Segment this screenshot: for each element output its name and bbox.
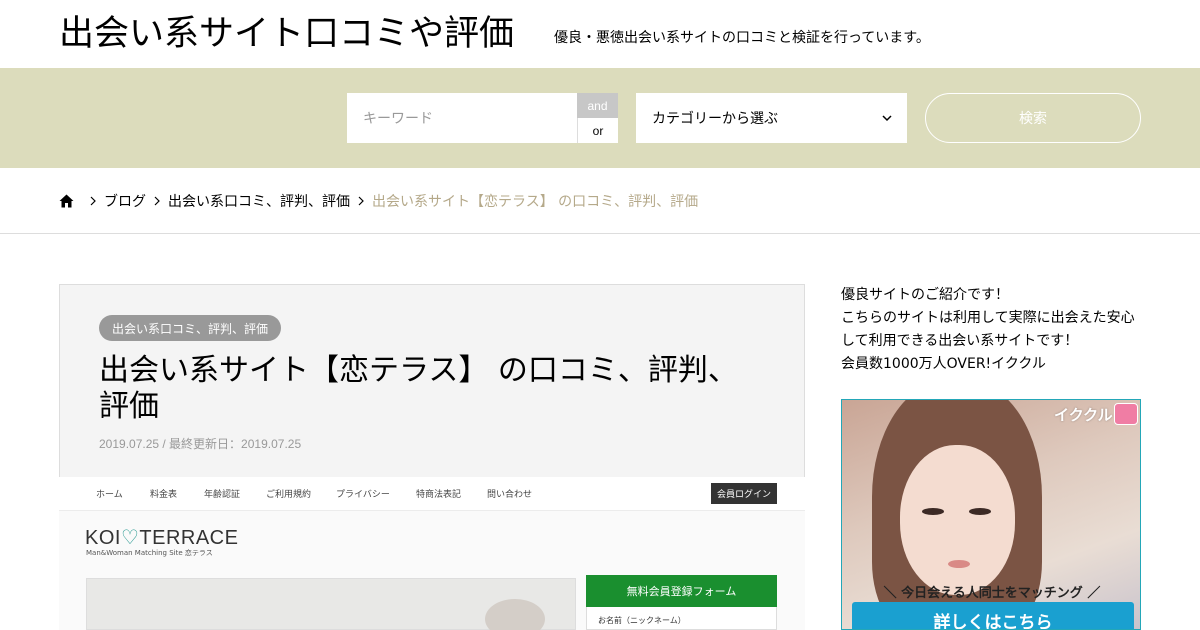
featured-logo: KOI♡TERRACE [85, 527, 239, 549]
ad-tagline: ＼ 今日会える人同士をマッチング ／ [883, 586, 1101, 601]
ad-brand: イククル [1054, 406, 1113, 424]
sidebar-intro: 優良サイトのご紹介です！ こちらのサイトは利用して実際に出会えた安心して利用でき… [841, 284, 1141, 376]
featured-nav-item: プライバシー [336, 490, 390, 500]
featured-login-label: 会員ログイン [711, 483, 777, 504]
featured-nav-item: 問い合わせ [487, 490, 533, 500]
ad-banner[interactable]: イククル ＼ 今日会える人同士をマッチング ／ 詳しくはこちら [841, 399, 1141, 630]
chevron-right-icon [358, 196, 364, 206]
breadcrumb: ブログ 出会い系口コミ、評判、評価 出会い系サイト【恋テラス】 の口コミ、評判、… [59, 190, 698, 212]
article-header: 出会い系口コミ、評判、評価 出会い系サイト【恋テラス】 の口コミ、評判、評価 2… [59, 284, 805, 477]
featured-photo [86, 578, 576, 630]
breadcrumb-item-category[interactable]: 出会い系口コミ、評判、評価 [168, 191, 350, 211]
search-bar: キーワード and or カテゴリーから選ぶ 検索 [0, 68, 1200, 168]
sidebar-intro-line: こちらのサイトは利用して実際に出会えた安心して利用できる出会い系サイトです！ [841, 310, 1135, 349]
category-select-value: カテゴリーから選ぶ [652, 111, 778, 127]
app-icon [1114, 403, 1138, 425]
keyword-input[interactable]: キーワード [347, 93, 577, 143]
featured-logo-tagline: Man&Woman Matching Site 恋テラス [86, 549, 213, 557]
ad-cta-button[interactable]: 詳しくはこちら [852, 602, 1134, 629]
sidebar-intro-line: 会員数1000万人OVER!イククル [841, 356, 1046, 372]
category-select[interactable]: カテゴリーから選ぶ [636, 93, 907, 143]
home-icon[interactable] [59, 194, 74, 208]
featured-nav-item: 年齢認証 [204, 490, 241, 500]
breadcrumb-current: 出会い系サイト【恋テラス】 の口コミ、評判、評価 [372, 194, 699, 210]
breadcrumb-item-blog[interactable]: ブログ [104, 191, 146, 211]
chevron-right-icon [90, 196, 96, 206]
chevron-down-icon [882, 115, 892, 122]
divider [0, 233, 1200, 234]
featured-nav-item: 料金表 [150, 490, 178, 500]
featured-form-heading: 無料会員登録フォーム [586, 575, 777, 607]
featured-nav-item: ホーム [96, 490, 123, 500]
or-toggle[interactable]: or [577, 118, 618, 143]
sidebar-intro-line: 優良サイトのご紹介です！ [841, 287, 1009, 303]
featured-image: ホーム 料金表 年齢認証 ご利用規約 プライバシー 特商法表記 問い合わせ 会員… [59, 477, 805, 630]
site-title[interactable]: 出会い系サイト口コミや評価 [59, 12, 514, 56]
and-toggle[interactable]: and [577, 93, 618, 118]
featured-form-label: お名前（ニックネーム） [598, 616, 686, 625]
site-header: 出会い系サイト口コミや評価 優良・悪徳出会い系サイトの口コミと検証を行っています… [0, 0, 1200, 68]
article-title: 出会い系サイト【恋テラス】 の口コミ、評判、評価 [99, 353, 738, 424]
featured-nav-item: ご利用規約 [266, 490, 312, 500]
category-badge[interactable]: 出会い系口コミ、評判、評価 [99, 315, 282, 341]
heart-icon: ♡ [120, 527, 140, 549]
featured-nav: ホーム 料金表 年齢認証 ご利用規約 プライバシー 特商法表記 問い合わせ 会員… [59, 477, 805, 511]
search-button[interactable]: 検索 [925, 93, 1141, 143]
featured-form: お名前（ニックネーム） [586, 607, 777, 630]
article-date: 2019.07.25 / 最終更新日：2019.07.25 [99, 437, 302, 451]
site-description: 優良・悪徳出会い系サイトの口コミと検証を行っています。 [554, 30, 930, 46]
chevron-right-icon [154, 196, 160, 206]
featured-nav-item: 特商法表記 [416, 490, 462, 500]
